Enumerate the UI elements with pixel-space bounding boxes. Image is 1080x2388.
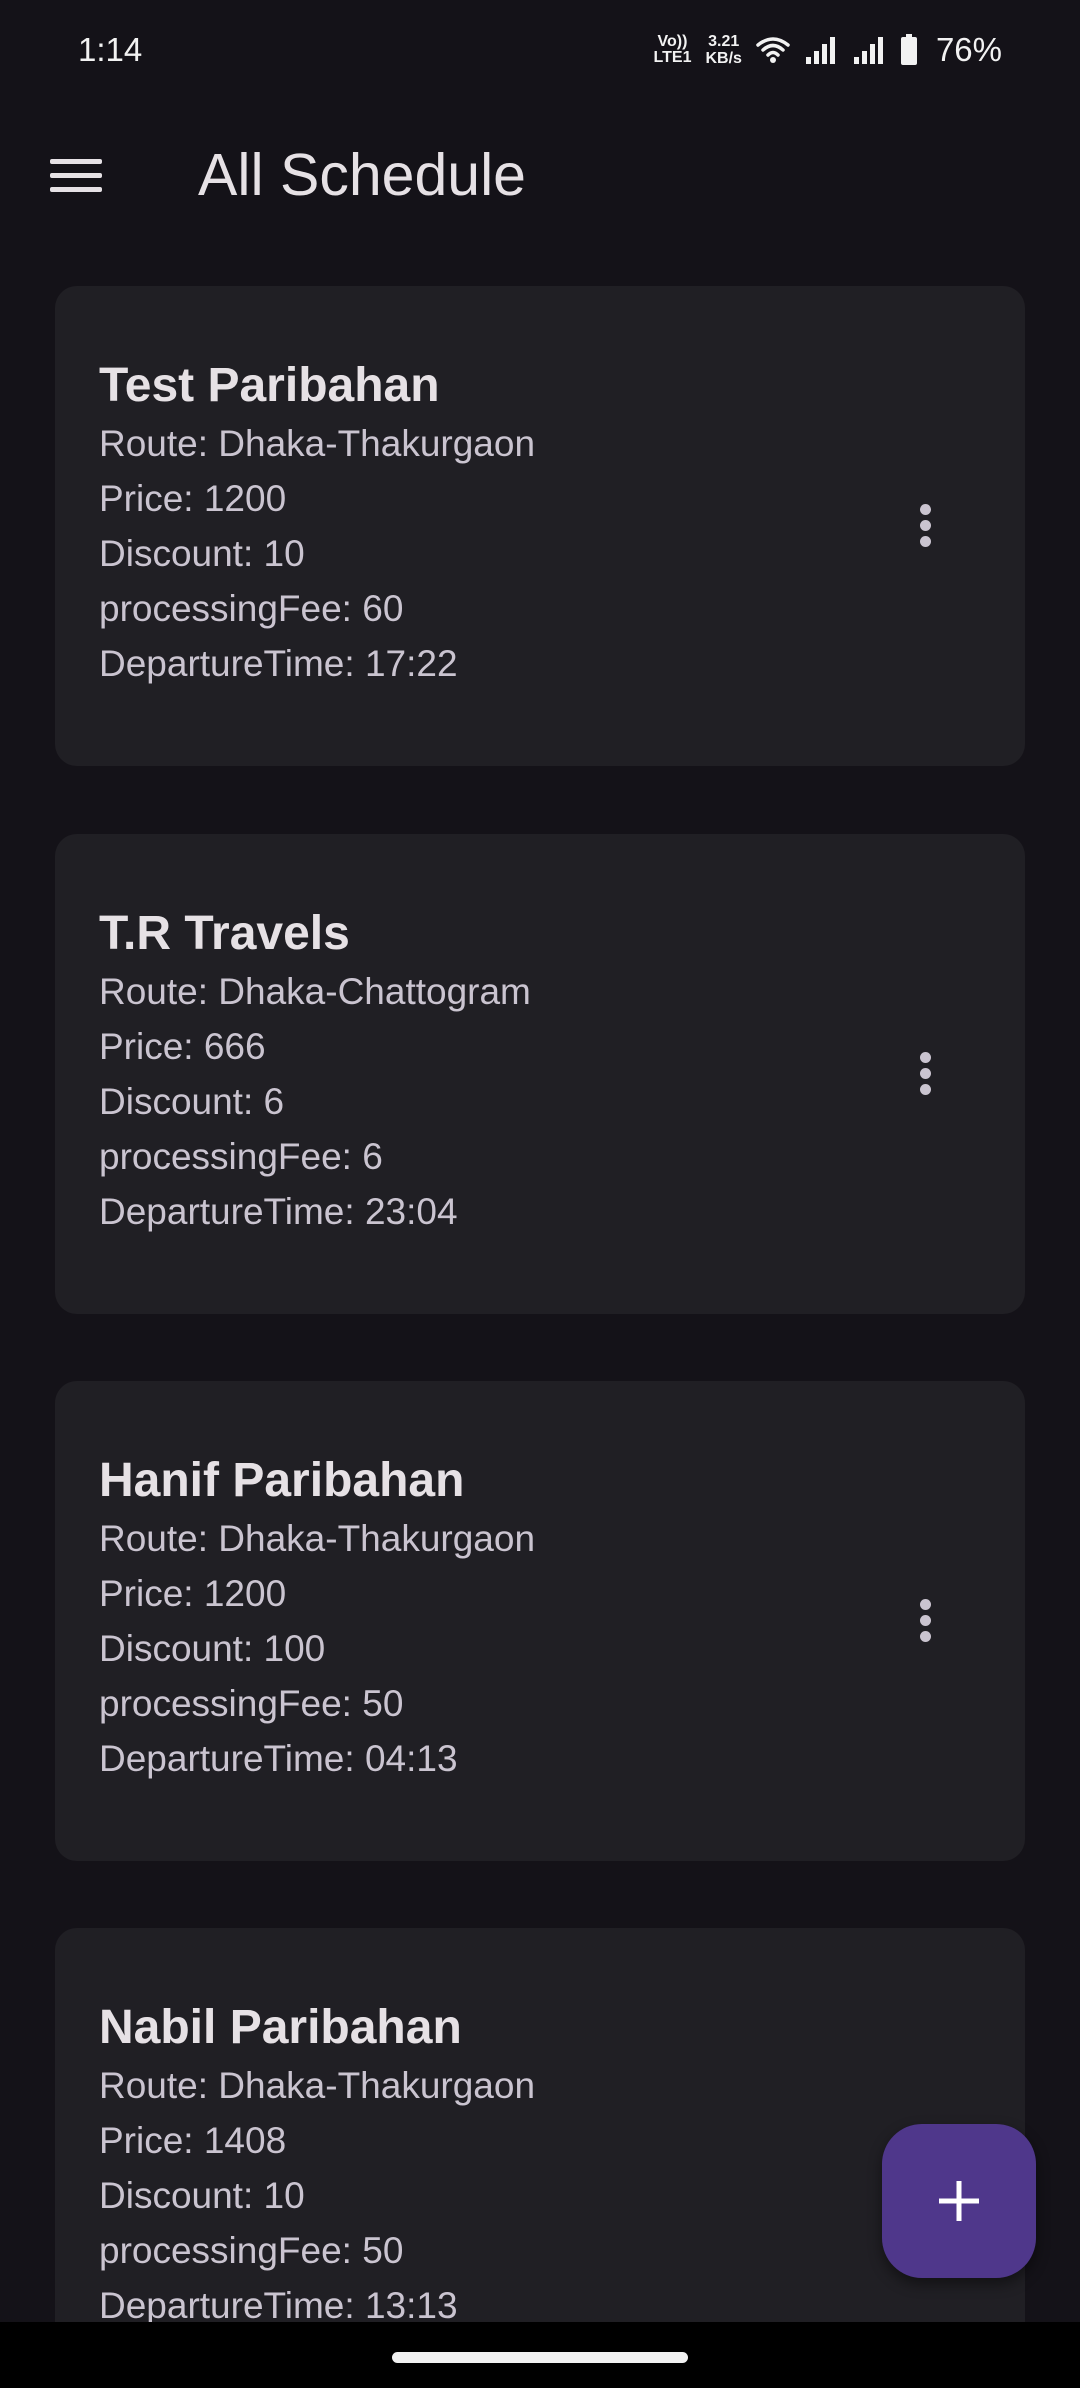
schedule-discount: Discount: 10 [99,533,305,574]
status-bar: 1:14 Vo)) LTE1 3.21 KB/s 76% [0,0,1080,100]
add-schedule-button[interactable] [882,2124,1036,2278]
network-speed: 3.21 KB/s [705,33,741,67]
schedule-card-body: Nabil Paribahan Route: Dhaka-Thakurgaon … [99,2000,535,2322]
schedule-card-body: Test Paribahan Route: Dhaka-Thakurgaon P… [99,358,535,691]
schedule-price: Price: 1200 [99,1573,287,1614]
schedule-name: T.R Travels [99,907,350,960]
schedule-discount: Discount: 6 [99,1081,285,1122]
volte-indicator: Vo)) LTE1 [654,34,692,66]
system-navigation-bar [0,2322,1080,2388]
schedule-card-body: T.R Travels Route: Dhaka-Chattogram Pric… [99,906,531,1239]
more-options-icon[interactable] [910,1591,940,1651]
network-speed-unit: KB/s [705,50,742,67]
schedule-departure-time: DepartureTime: 04:13 [99,1738,458,1779]
schedule-departure-time: DepartureTime: 17:22 [99,643,458,684]
schedule-route: Route: Dhaka-Thakurgaon [99,423,536,464]
schedule-departure-time: DepartureTime: 13:13 [99,2285,458,2322]
schedule-discount: Discount: 10 [99,2175,305,2216]
schedule-route: Route: Dhaka-Thakurgaon [99,1518,536,1559]
network-speed-value: 3.21 [708,33,740,50]
schedule-route: Route: Dhaka-Chattogram [99,971,531,1012]
lte-label: LTE1 [653,49,692,66]
more-options-icon[interactable] [910,1044,940,1104]
schedule-card[interactable]: Nabil Paribahan Route: Dhaka-Thakurgaon … [55,1928,1025,2322]
home-gesture-handle[interactable] [392,2352,688,2363]
page-title: All Schedule [198,142,526,208]
wifi-icon [756,35,790,65]
schedule-processing-fee: processingFee: 50 [99,2230,404,2271]
schedule-name: Nabil Paribahan [99,2001,462,2054]
more-options-icon[interactable] [910,496,940,556]
schedule-route: Route: Dhaka-Thakurgaon [99,2065,536,2106]
schedule-list[interactable]: Test Paribahan Route: Dhaka-Thakurgaon P… [0,0,1080,2322]
schedule-processing-fee: processingFee: 6 [99,1136,383,1177]
signal-icon [852,35,886,65]
schedule-price: Price: 1200 [99,478,287,519]
plus-icon [937,2179,981,2223]
menu-icon[interactable] [50,155,104,195]
battery-percent: 76% [935,31,1002,68]
schedule-price: Price: 1408 [99,2120,287,2161]
status-icons: Vo)) LTE1 3.21 KB/s 76% [654,31,1002,69]
top-app-bar: All Schedule [0,100,1080,250]
schedule-card-body: Hanif Paribahan Route: Dhaka-Thakurgaon … [99,1453,535,1786]
signal-icon [804,35,838,65]
battery-icon [900,34,918,66]
schedule-card[interactable]: T.R Travels Route: Dhaka-Chattogram Pric… [55,834,1025,1314]
schedule-card[interactable]: Test Paribahan Route: Dhaka-Thakurgaon P… [55,286,1025,766]
schedule-processing-fee: processingFee: 50 [99,1683,404,1724]
status-time: 1:14 [78,31,143,68]
schedule-processing-fee: processingFee: 60 [99,588,404,629]
schedule-name: Test Paribahan [99,359,440,412]
schedule-discount: Discount: 100 [99,1628,326,1669]
schedule-card[interactable]: Hanif Paribahan Route: Dhaka-Thakurgaon … [55,1381,1025,1861]
schedule-price: Price: 666 [99,1026,266,1067]
volte-label: Vo)) [657,33,688,50]
schedule-name: Hanif Paribahan [99,1454,465,1507]
schedule-departure-time: DepartureTime: 23:04 [99,1191,458,1232]
